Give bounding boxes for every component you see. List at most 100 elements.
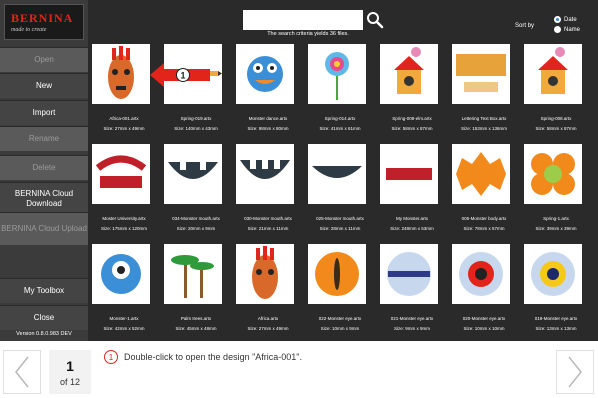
file-tile[interactable]: Spring-008-elm.artx Size: 58mm x 87mm bbox=[376, 40, 448, 132]
eye-icon[interactable] bbox=[452, 244, 510, 304]
eye-icon[interactable] bbox=[380, 244, 438, 304]
file-tile[interactable]: 034-Monster mouth.artx Size: 20mm x 9mm bbox=[160, 140, 232, 232]
mask-icon[interactable] bbox=[236, 244, 294, 304]
file-size: Size: 58mm x 87mm bbox=[391, 126, 433, 131]
file-name: 030-Monster mouth.artx bbox=[244, 216, 292, 221]
file-size: Size: 41mm x 61mm bbox=[319, 126, 361, 131]
university-icon[interactable] bbox=[92, 144, 150, 204]
file-size: Size: 248mm x 53mm bbox=[390, 226, 434, 231]
file-size: Size: 27mm x 49mm bbox=[103, 126, 145, 131]
new-button[interactable]: New bbox=[0, 73, 88, 98]
file-size: Size: 9mm x 9mm bbox=[393, 326, 430, 331]
file-name: 021-Monster eye.artx bbox=[390, 316, 434, 321]
instruction-text: Double-click to open the design "Africa-… bbox=[124, 352, 302, 362]
cyclops-icon[interactable] bbox=[92, 244, 150, 304]
previous-page-button[interactable] bbox=[3, 350, 41, 394]
file-size: Size: 45mm x 48mm bbox=[175, 326, 217, 331]
file-name: Moster University.artx bbox=[102, 216, 146, 221]
file-size: Size: 10mm x 9mm bbox=[320, 326, 360, 331]
file-tile[interactable]: My Monster.artx Size: 248mm x 53mm bbox=[376, 140, 448, 232]
file-name: Spring-1.artx bbox=[543, 216, 569, 221]
file-tile[interactable]: Palm trees.artx Size: 45mm x 48mm bbox=[160, 240, 232, 332]
instruction: 1 Double-click to open the design "Afric… bbox=[104, 350, 302, 364]
search-results-count: The search criteria yields 36 files. bbox=[267, 31, 349, 37]
file-tile[interactable]: Moster University.artx Size: 175mm x 120… bbox=[88, 140, 160, 232]
file-tile[interactable]: Lettering Text Box.artx Size: 153mm x 13… bbox=[448, 40, 520, 132]
rename-button[interactable]: Rename bbox=[0, 126, 88, 151]
close-button[interactable]: Close bbox=[0, 305, 88, 330]
page-total: of 12 bbox=[59, 377, 81, 387]
file-name: Africa-001.artx bbox=[109, 116, 139, 121]
birdhouse-icon[interactable] bbox=[380, 44, 438, 104]
file-size: Size: 42mm x 52mm bbox=[103, 326, 145, 331]
lettering-icon[interactable] bbox=[452, 44, 510, 104]
mask-icon[interactable] bbox=[92, 44, 150, 104]
file-size: Size: 175mm x 120mm bbox=[100, 226, 147, 231]
mouth-icon[interactable] bbox=[308, 144, 366, 204]
search-input[interactable] bbox=[243, 10, 363, 30]
file-tile[interactable]: 022-Monster eye.artx Size: 10mm x 9mm bbox=[304, 240, 376, 332]
palm-icon[interactable] bbox=[164, 244, 222, 304]
top-bar: The search criteria yields 36 files. Sor… bbox=[88, 0, 598, 40]
file-name: Spring-008-elm.artx bbox=[392, 116, 432, 121]
bernina-logo: BERNINA made to create bbox=[4, 4, 84, 40]
vertical-scrollbar[interactable] bbox=[593, 40, 598, 341]
file-size: Size: 28mm x 11mm bbox=[319, 226, 361, 231]
search-icon[interactable] bbox=[366, 11, 384, 29]
file-tile[interactable]: Africa.artx Size: 27mm x 49mm bbox=[232, 240, 304, 332]
file-name: Monster dance.artx bbox=[248, 116, 288, 121]
mouth-icon[interactable] bbox=[164, 144, 222, 204]
file-tile[interactable]: Spring-008.artx Size: 58mm x 87mm bbox=[520, 40, 592, 132]
radio-unselected-icon[interactable] bbox=[554, 26, 561, 33]
birdhouse-icon[interactable] bbox=[524, 44, 582, 104]
file-name: My Monster.artx bbox=[395, 216, 428, 221]
cloud-upload-button[interactable]: BERNINA Cloud Upload bbox=[0, 212, 88, 245]
sort-by-label: Sort by bbox=[515, 23, 535, 29]
flower-icon[interactable] bbox=[308, 44, 366, 104]
file-size: Size: 21mm x 11mm bbox=[247, 226, 289, 231]
chevron-right-icon[interactable] bbox=[557, 351, 593, 393]
next-page-button[interactable] bbox=[556, 350, 594, 394]
file-name: 022-Monster eye.artx bbox=[318, 316, 362, 321]
file-tile[interactable]: Spring-014.artx Size: 41mm x 61mm bbox=[304, 40, 376, 132]
body-icon[interactable] bbox=[452, 144, 510, 204]
file-name: 019-Monster eye.artx bbox=[534, 316, 578, 321]
file-tile[interactable]: Monster-1.artx Size: 42mm x 52mm bbox=[88, 240, 160, 332]
file-tile[interactable]: 019-Monster eye.artx Size: 13mm x 13mm bbox=[520, 240, 592, 332]
cloud-download-button[interactable]: BERNINA Cloud Download bbox=[0, 182, 88, 215]
sort-option-date[interactable]: Date bbox=[554, 16, 577, 23]
file-tile[interactable]: 021-Monster eye.artx Size: 9mm x 9mm bbox=[376, 240, 448, 332]
import-button[interactable]: Import bbox=[0, 100, 88, 125]
sort-option-label: Date bbox=[564, 16, 577, 23]
sidebar: BERNINA made to create Open New Import R… bbox=[0, 0, 88, 341]
eye-icon[interactable] bbox=[308, 244, 366, 304]
my-monster-icon[interactable] bbox=[380, 144, 438, 204]
file-tile[interactable]: Monster dance.artx Size: 98mm x 80mm bbox=[232, 40, 304, 132]
eye-icon[interactable] bbox=[524, 244, 582, 304]
open-button[interactable]: Open bbox=[0, 47, 88, 72]
file-tile[interactable]: 020-Monster eye.artx Size: 10mm x 10mm bbox=[448, 240, 520, 332]
monster-icon[interactable] bbox=[236, 44, 294, 104]
mouth-icon[interactable] bbox=[236, 144, 294, 204]
chevron-left-icon[interactable] bbox=[4, 351, 40, 393]
brand-name: BERNINA bbox=[11, 11, 74, 25]
file-name: 020-Monster eye.artx bbox=[462, 316, 506, 321]
current-page: 1 bbox=[66, 358, 74, 374]
my-toolbox-button[interactable]: My Toolbox bbox=[0, 278, 88, 303]
embroidery-file-browser: BERNINA made to create Open New Import R… bbox=[0, 0, 598, 341]
brand-tagline: made to create bbox=[11, 27, 47, 33]
callout-number: 1 bbox=[180, 71, 185, 81]
delete-button[interactable]: Delete bbox=[0, 155, 88, 180]
file-name: 025-Monster mouth.artx bbox=[316, 216, 364, 221]
file-size: Size: 13mm x 13mm bbox=[535, 326, 577, 331]
sort-option-name[interactable]: Name bbox=[554, 26, 580, 33]
file-name: 034-Monster mouth.artx bbox=[172, 216, 220, 221]
file-tile[interactable]: 030-Monster mouth.artx Size: 21mm x 11mm bbox=[232, 140, 304, 232]
flower-icon[interactable] bbox=[524, 144, 582, 204]
file-name: Africa.artx bbox=[257, 316, 279, 321]
file-tile[interactable]: 005-Monster body.artx Size: 78mm x 57mm bbox=[448, 140, 520, 232]
file-size: Size: 20mm x 9mm bbox=[176, 226, 216, 231]
radio-selected-icon[interactable] bbox=[554, 16, 561, 23]
file-tile[interactable]: Spring-1.artx Size: 39mm x 39mm bbox=[520, 140, 592, 232]
file-tile[interactable]: 025-Monster mouth.artx Size: 28mm x 11mm bbox=[304, 140, 376, 232]
